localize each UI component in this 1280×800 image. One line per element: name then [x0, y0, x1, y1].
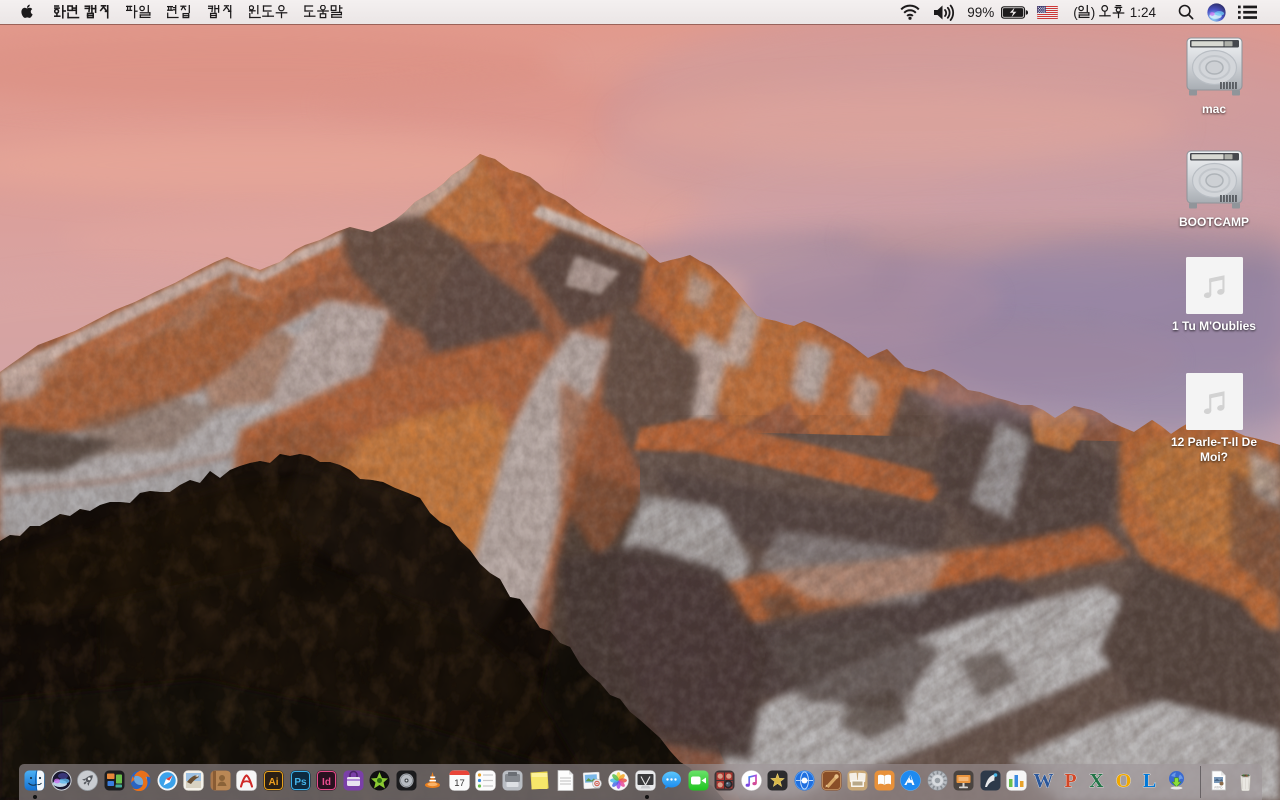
svg-text:X: X: [1089, 770, 1104, 791]
svg-text:P: P: [1064, 770, 1076, 791]
svg-text:Ps: Ps: [294, 777, 307, 788]
svg-text:RTFD: RTFD: [1215, 786, 1224, 790]
svg-text:17: 17: [454, 778, 465, 789]
svg-text:L: L: [1143, 770, 1156, 791]
svg-text:W: W: [1033, 770, 1053, 791]
svg-text:O: O: [1115, 770, 1131, 791]
svg-text:Id: Id: [322, 777, 331, 788]
svg-text:Ai: Ai: [269, 777, 279, 788]
